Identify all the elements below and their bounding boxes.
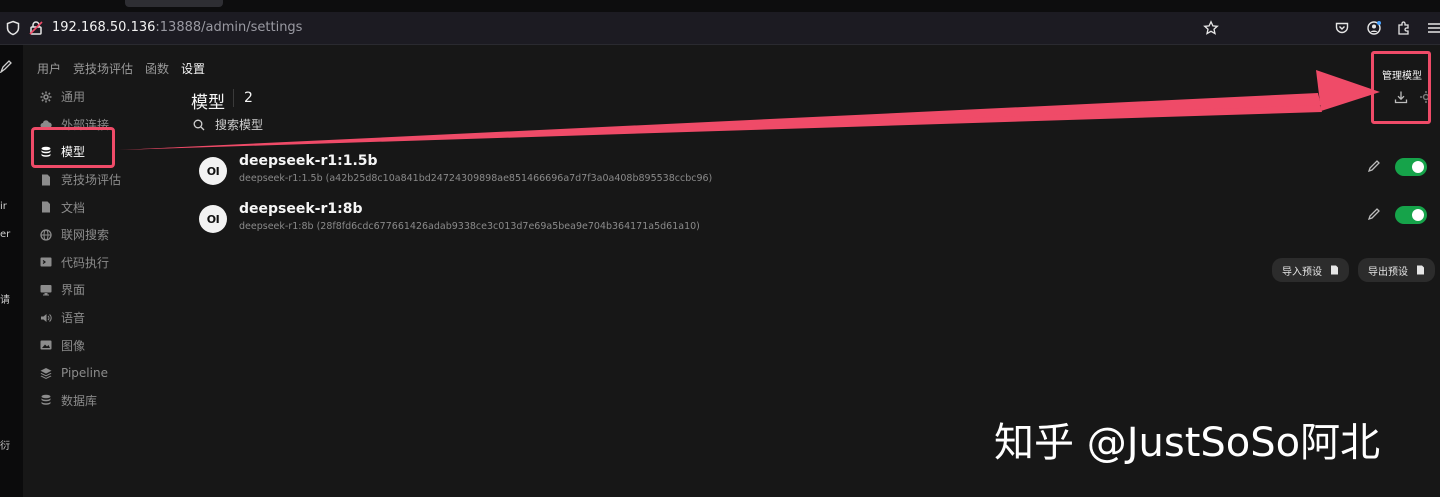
- chat-sidebar-edge: ir er 请 衍: [0, 45, 23, 497]
- globe-icon: [40, 229, 52, 241]
- sidebar-text-fragment: ir: [0, 201, 7, 212]
- database-icon: [41, 395, 51, 406]
- nav-label: 通用: [61, 90, 86, 105]
- document-icon: [42, 201, 50, 213]
- file-icon: [1331, 265, 1338, 275]
- account-icon[interactable]: [1366, 20, 1382, 36]
- nav-item-interface[interactable]: 界面: [37, 276, 177, 304]
- nav-item-code-execution[interactable]: 代码执行: [37, 249, 177, 277]
- tab-functions[interactable]: 函数: [145, 60, 169, 77]
- lock-warning-icon[interactable]: [28, 20, 44, 36]
- image-icon: [40, 340, 52, 350]
- pocket-icon[interactable]: [1334, 20, 1350, 36]
- model-name: deepseek-r1:8b: [239, 201, 363, 217]
- nav-label: 竞技场评估: [61, 173, 122, 188]
- import-presets-button[interactable]: 导入预设: [1272, 258, 1349, 282]
- nav-item-arena[interactable]: 竞技场评估: [37, 166, 177, 194]
- sidebar-text-fragment: er: [0, 229, 11, 240]
- shield-icon[interactable]: [5, 20, 21, 36]
- model-description: deepseek-r1:8b (28f8fd6cdc677661426adab9…: [239, 221, 700, 232]
- browser-tab[interactable]: [125, 0, 223, 7]
- speaker-icon: [41, 313, 52, 322]
- browser-toolbar: 192.168.50.136:13888/admin/settings: [0, 12, 1440, 45]
- new-chat-icon[interactable]: [0, 59, 12, 73]
- model-logo: OI: [199, 205, 227, 233]
- sidebar-text-fragment: 衍: [0, 441, 10, 452]
- page-title: 模型: [191, 93, 225, 113]
- model-search: [193, 118, 415, 132]
- nav-item-database[interactable]: 数据库: [37, 387, 177, 415]
- gear-icon: [40, 91, 52, 103]
- search-icon: [193, 119, 205, 131]
- model-name: deepseek-r1:1.5b: [239, 153, 378, 169]
- model-enabled-toggle[interactable]: [1395, 206, 1427, 224]
- menu-icon[interactable]: [1426, 20, 1440, 36]
- sidebar-text-fragment: 请: [0, 295, 10, 306]
- url-host: 192.168.50.136: [52, 20, 156, 35]
- tab-arena[interactable]: 竞技场评估: [73, 60, 133, 77]
- nav-item-pipeline[interactable]: Pipeline: [37, 359, 177, 387]
- model-logo: OI: [199, 157, 227, 185]
- file-icon: [1417, 265, 1424, 275]
- nav-label: 语音: [61, 311, 86, 326]
- layers-icon: [40, 367, 52, 379]
- nav-item-images[interactable]: 图像: [37, 331, 177, 359]
- star-icon[interactable]: [1203, 20, 1219, 36]
- document-icon: [42, 174, 50, 186]
- nav-label: 界面: [61, 283, 86, 298]
- extensions-icon[interactable]: [1396, 20, 1412, 36]
- terminal-icon: [40, 257, 52, 267]
- admin-tabs: 用户 竞技场评估 函数 设置: [37, 60, 205, 77]
- model-row[interactable]: OI deepseek-r1:8b deepseek-r1:8b (28f8fd…: [199, 201, 1429, 241]
- nav-item-general[interactable]: 通用: [37, 83, 177, 111]
- tab-settings[interactable]: 设置: [181, 60, 205, 77]
- nav-label: Pipeline: [61, 365, 108, 380]
- button-label: 导出预设: [1368, 266, 1408, 278]
- nav-item-web-search[interactable]: 联网搜索: [37, 221, 177, 249]
- browser-tabstrip: [0, 0, 1440, 12]
- nav-label: 数据库: [61, 393, 98, 408]
- model-row[interactable]: OI deepseek-r1:1.5b deepseek-r1:1.5b (a4…: [199, 153, 1429, 193]
- pencil-icon[interactable]: [1367, 207, 1381, 221]
- address-bar[interactable]: 192.168.50.136:13888/admin/settings: [52, 20, 302, 36]
- nav-label: 文档: [61, 200, 86, 215]
- pencil-icon[interactable]: [1367, 159, 1381, 173]
- nav-item-audio[interactable]: 语音: [37, 304, 177, 332]
- url-path: :13888/admin/settings: [155, 20, 303, 35]
- annotation-highlight-nav: [31, 127, 115, 168]
- nav-label: 图像: [61, 338, 86, 353]
- watermark: 知乎 @JustSoSo阿北: [994, 420, 1381, 466]
- tab-users[interactable]: 用户: [37, 60, 61, 77]
- model-enabled-toggle[interactable]: [1395, 158, 1427, 176]
- monitor-icon: [40, 284, 52, 296]
- model-count: 2: [244, 90, 253, 106]
- button-label: 导入预设: [1282, 266, 1322, 278]
- nav-label: 联网搜索: [61, 228, 110, 243]
- model-description: deepseek-r1:1.5b (a42b25d8c10a841bd24724…: [239, 173, 713, 184]
- title-divider: [233, 89, 234, 107]
- nav-item-documents[interactable]: 文档: [37, 193, 177, 221]
- nav-label: 代码执行: [61, 255, 110, 270]
- annotation-highlight-manage: [1371, 51, 1431, 124]
- export-presets-button[interactable]: 导出预设: [1358, 258, 1435, 282]
- search-input[interactable]: [215, 118, 415, 132]
